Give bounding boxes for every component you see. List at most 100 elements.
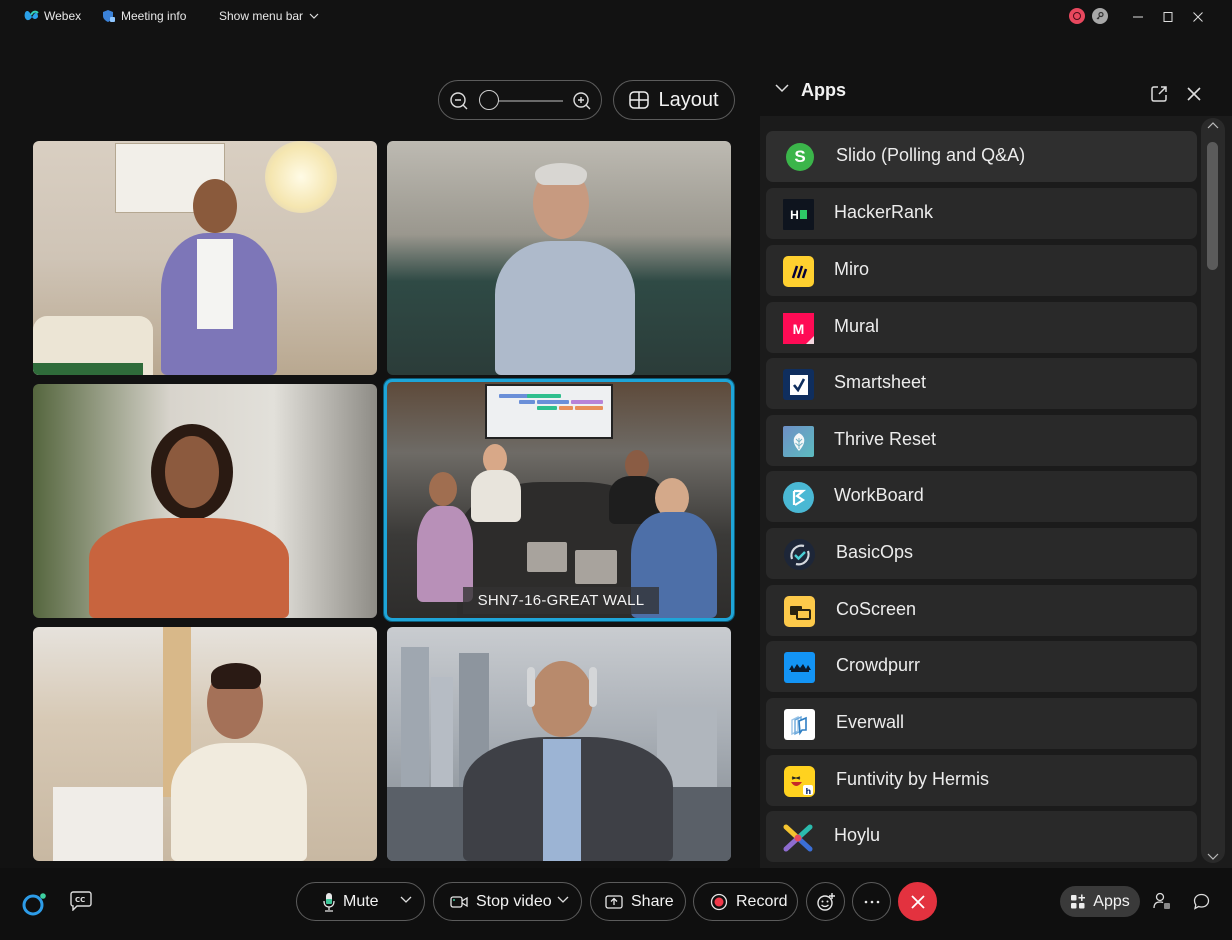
share-button[interactable]: Share <box>590 882 686 921</box>
closed-captions-button[interactable]: CC <box>70 891 92 916</box>
app-item-hoylu[interactable]: Hoylu <box>766 811 1197 862</box>
hair <box>211 663 261 689</box>
video-tile[interactable] <box>33 141 377 375</box>
collapse-chevron-icon[interactable] <box>775 84 789 93</box>
ai-assistant-icon <box>22 893 46 916</box>
chevron-down-icon[interactable] <box>400 896 412 904</box>
laptop <box>575 550 617 584</box>
reactions-button[interactable] <box>806 882 845 921</box>
app-name: Hoylu <box>834 825 881 845</box>
app-item-hackerrank[interactable]: H HackerRank <box>766 188 1197 239</box>
laptop <box>527 542 567 572</box>
video-tile[interactable] <box>387 627 731 861</box>
headphones <box>527 667 535 707</box>
chevron-down-icon[interactable] <box>557 896 569 904</box>
more-options-button[interactable] <box>852 882 891 921</box>
ai-assistant-button[interactable] <box>22 892 48 923</box>
video-tile-active-speaker[interactable]: SHN7-16-GREAT WALL <box>384 379 734 621</box>
app-name: BasicOps <box>836 542 914 562</box>
app-name: Smartsheet <box>834 372 927 392</box>
smartsheet-icon <box>783 369 814 400</box>
participant-body <box>471 470 521 522</box>
app-item-workboard[interactable]: WorkBoard <box>766 471 1197 522</box>
hair <box>535 163 587 185</box>
record-icon <box>710 893 728 910</box>
chat-button[interactable] <box>1193 893 1210 915</box>
record-button[interactable]: Record <box>693 882 798 921</box>
video-stage: Layout SHN7-16-GREAT WALL <box>0 34 758 868</box>
layout-label: Layout <box>658 88 719 111</box>
apps-label: Apps <box>1093 892 1130 910</box>
stop-video-button[interactable]: Stop video <box>433 882 582 921</box>
webex-app-label[interactable]: Webex <box>24 9 81 23</box>
slido-icon: S <box>786 143 814 171</box>
zoom-in-icon[interactable] <box>572 91 592 111</box>
mute-label: Mute <box>343 892 379 910</box>
microphone-icon <box>323 892 335 912</box>
meeting-info-button[interactable]: Meeting info <box>102 9 186 23</box>
participants-icon <box>1153 892 1170 909</box>
shirt <box>543 739 581 861</box>
close-panel-icon[interactable] <box>1186 86 1202 102</box>
video-tile[interactable] <box>33 627 377 861</box>
app-name: Crowdpurr <box>836 655 921 675</box>
app-item-crowdpurr[interactable]: Crowdpurr <box>766 641 1197 692</box>
building <box>401 647 429 787</box>
app-item-coscreen[interactable]: CoScreen <box>766 585 1197 636</box>
apps-panel: Apps S Slido (Polling and Q&A) H HackerR… <box>758 64 1232 868</box>
webex-label: Webex <box>44 9 82 23</box>
participant-head <box>193 179 237 233</box>
apps-button[interactable]: Apps <box>1060 886 1140 917</box>
key-icon[interactable] <box>1092 8 1108 24</box>
app-item-basicops[interactable]: BasicOps <box>766 528 1197 579</box>
minimize-button[interactable] <box>1130 9 1146 25</box>
app-item-slido[interactable]: S Slido (Polling and Q&A) <box>766 131 1197 182</box>
mural-icon: M <box>783 313 814 344</box>
workboard-icon <box>783 482 814 513</box>
layout-grid-icon <box>629 91 650 109</box>
app-item-smartsheet[interactable]: Smartsheet <box>766 358 1197 409</box>
scroll-up-icon[interactable] <box>1207 121 1219 129</box>
close-icon <box>1193 12 1203 22</box>
mute-button[interactable]: Mute <box>296 882 425 921</box>
pop-out-icon[interactable] <box>1150 85 1168 103</box>
app-name: HackerRank <box>834 202 934 222</box>
app-name: Everwall <box>836 712 905 732</box>
app-item-thrive-reset[interactable]: Thrive Reset <box>766 415 1197 466</box>
layout-button[interactable]: Layout <box>613 80 735 120</box>
scroll-down-icon[interactable] <box>1207 853 1219 861</box>
webex-logo-icon <box>24 10 39 21</box>
zoom-out-icon[interactable] <box>449 91 469 111</box>
apps-grid-icon <box>1071 894 1086 908</box>
participants-button[interactable] <box>1153 892 1171 915</box>
end-meeting-button[interactable] <box>898 882 937 921</box>
video-tile[interactable] <box>387 141 731 375</box>
apps-list-scrollbar[interactable] <box>1201 118 1225 863</box>
app-item-miro[interactable]: Miro <box>766 245 1197 296</box>
meeting-controls-bar: CC Mute Stop video Share Record Apps <box>0 868 1232 940</box>
scrollbar-thumb[interactable] <box>1207 142 1218 270</box>
app-item-mural[interactable]: M Mural <box>766 302 1197 353</box>
closed-captions-icon: CC <box>70 891 92 912</box>
zoom-slider-handle[interactable] <box>479 90 499 110</box>
show-menu-bar-button[interactable]: Show menu bar <box>219 9 324 23</box>
hoylu-icon <box>782 822 813 853</box>
green-blanket <box>33 363 143 375</box>
tile-name-label: SHN7-16-GREAT WALL <box>463 587 659 614</box>
title-bar: Webex Meeting info Show menu bar <box>0 0 1232 34</box>
app-item-funtivity[interactable]: h Funtivity by Hermis <box>766 755 1197 806</box>
zoom-slider-track[interactable] <box>489 100 563 102</box>
participant-head <box>429 472 457 506</box>
recording-indicator-icon[interactable] <box>1069 8 1085 24</box>
add-reaction-icon <box>816 892 835 911</box>
maximize-button[interactable] <box>1160 9 1176 25</box>
app-name: CoScreen <box>836 599 917 619</box>
video-tile[interactable] <box>33 384 377 618</box>
close-icon <box>910 894 925 909</box>
app-item-everwall[interactable]: Everwall <box>766 698 1197 749</box>
svg-text:h: h <box>805 787 811 796</box>
close-window-button[interactable] <box>1190 9 1206 25</box>
app-name: Mural <box>834 316 880 336</box>
video-zoom-control <box>438 80 602 120</box>
record-label: Record <box>736 892 788 910</box>
